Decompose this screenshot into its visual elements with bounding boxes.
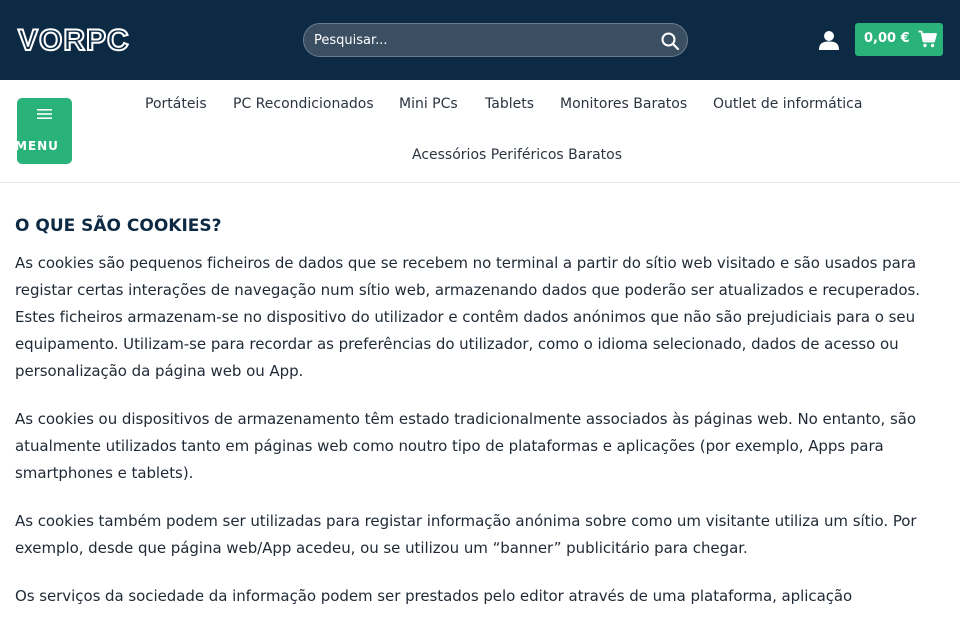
cart-total: 0,00 € [864,31,910,46]
nav-item-monitores-baratos[interactable]: Monitores Baratos [560,96,687,112]
main-nav: MENU Portáteis PC Recondicionados Mini P… [0,80,960,183]
cart-button[interactable]: 0,00 € [855,23,943,56]
paragraph: As cookies ou dispositivos de armazename… [15,410,916,482]
user-icon[interactable] [818,30,840,50]
nav-item-mini-pcs[interactable]: Mini PCs [399,96,458,112]
search-bar [303,23,688,57]
paragraph: As cookies são pequenos ficheiros de dad… [15,254,920,380]
menu-label: MENU [15,139,59,153]
paragraph: As cookies também podem ser utilizadas p… [15,512,917,557]
paragraph: Os serviços da sociedade da informação p… [15,587,853,605]
nav-item-portateis[interactable]: Portáteis [145,96,207,112]
hamburger-icon [37,109,52,119]
site-logo[interactable]: VORPC [17,25,130,57]
search-icon[interactable] [660,31,680,51]
nav-item-acessorios[interactable]: Acessórios Periféricos Baratos [412,147,622,163]
site-header: VORPC 0,00 € [0,0,960,80]
nav-item-outlet[interactable]: Outlet de informática [713,96,862,112]
cart-icon [918,30,937,48]
menu-button[interactable]: MENU [15,98,72,164]
page-title: O QUE SÃO COOKIES? [15,216,222,236]
search-input[interactable] [314,24,644,56]
nav-item-tablets[interactable]: Tablets [485,96,534,112]
main-content: O QUE SÃO COOKIES? As cookies são pequen… [15,215,950,631]
nav-item-pc-recondicionados[interactable]: PC Recondicionados [233,96,374,112]
